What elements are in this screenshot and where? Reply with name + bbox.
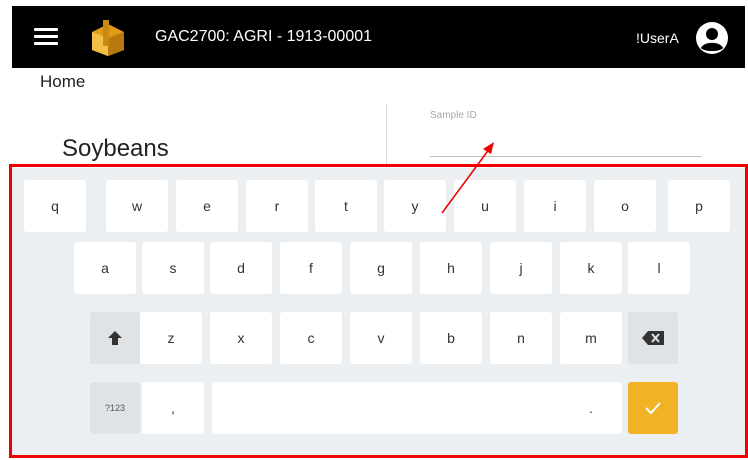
annotation-arrow [441,142,494,214]
